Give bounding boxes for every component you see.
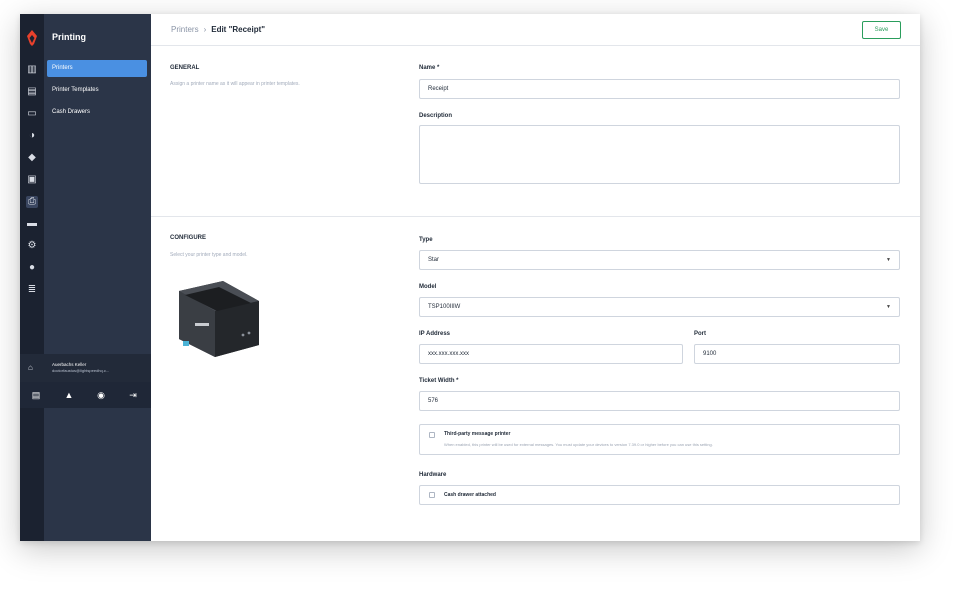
help-icon[interactable]: ● [26, 262, 38, 274]
sidebar-item-printers[interactable]: Printers [47, 60, 147, 77]
lightspeed-logo-icon[interactable] [25, 30, 39, 46]
printer-icon[interactable]: ⎙ [26, 196, 38, 208]
card-icon[interactable]: ▬ [26, 218, 38, 230]
store-icon: ⌂ [28, 363, 33, 372]
main-content: Printers › Edit "Receipt" Save GENERAL Ass… [151, 14, 920, 541]
user-icon[interactable]: ◉ [96, 390, 106, 400]
general-section-title: GENERAL [170, 65, 200, 71]
logout-icon[interactable]: ⇥ [128, 390, 138, 400]
cash-drawer-card: Cash drawer attached [419, 485, 900, 505]
breadcrumb-parent[interactable]: Printers [171, 25, 199, 34]
receipt-icon[interactable]: ▤ [26, 86, 38, 98]
name-label: Name * [419, 65, 440, 71]
model-select-value: TSP100IIIW [428, 304, 461, 310]
ip-address-label: IP Address [419, 331, 451, 337]
breadcrumb-separator: › [203, 25, 207, 34]
third-party-printer-card: Third-party message printer When enabled… [419, 424, 900, 455]
type-label: Type [419, 237, 433, 243]
cash-drawer-checkbox[interactable] [429, 492, 435, 498]
sidebar-item-printer-templates[interactable]: Printer Templates [47, 82, 147, 99]
model-label: Model [419, 284, 437, 290]
configure-section-title: CONFIGURE [170, 235, 206, 241]
hardware-label: Hardware [419, 472, 447, 478]
icon-rail: ▥ ▤ ▭ ◑ ◆ ▣ ⎙ ▬ ⚙ ● ≣ [20, 14, 44, 541]
type-select-value: Star [428, 257, 440, 263]
user-account[interactable]: ⌂ Auerbachs Keller doctorfaustus@lightsp… [20, 354, 151, 382]
register-icon[interactable]: ▣ [26, 174, 38, 186]
chat-icon[interactable]: ▤ [31, 390, 41, 400]
cash-drawer-label: Cash drawer attached [444, 492, 496, 498]
breadcrumb: Printers › Edit "Receipt" [171, 25, 265, 34]
user-email: doctorfaustus@lightspeedhq.c... [52, 368, 110, 373]
bell-icon[interactable]: ▲ [64, 390, 74, 400]
breadcrumb-current: Edit "Receipt" [211, 25, 266, 34]
sidebar-item-cash-drawers[interactable]: Cash Drawers [47, 104, 147, 121]
id-card-icon[interactable]: ▭ [26, 108, 38, 120]
app-window: ▥ ▤ ▭ ◑ ◆ ▣ ⎙ ▬ ⚙ ● ≣ Printing Printers … [20, 14, 920, 541]
save-button[interactable]: Save [862, 21, 901, 39]
third-party-printer-checkbox[interactable] [429, 432, 435, 438]
description-label: Description [419, 113, 453, 119]
sidebar-title: Printing [52, 32, 86, 42]
sidebar: Printing Printers Printer Templates Cash… [44, 14, 151, 541]
bottom-toolbar: ▤ ▲ ◉ ⇥ [20, 382, 151, 408]
port-label: Port [694, 331, 706, 337]
gear-icon[interactable]: ⚙ [26, 240, 38, 252]
port-field[interactable]: 9100 [694, 344, 900, 364]
printer-image [179, 281, 259, 357]
chevron-down-icon: ▼ [886, 304, 891, 310]
user-name: Auerbachs Keller [52, 362, 87, 367]
description-field[interactable] [419, 125, 900, 184]
third-party-printer-description: When enabled, this printer will be used … [444, 442, 713, 447]
configure-section-description: Select your printer type and model. [170, 252, 248, 258]
ip-address-field[interactable]: xxx.xxx.xxx.xxx [419, 344, 683, 364]
type-select[interactable]: Star ▼ [419, 250, 900, 270]
reports-icon[interactable]: ≣ [26, 284, 38, 296]
chart-icon[interactable]: ▥ [26, 64, 38, 76]
model-select[interactable]: TSP100IIIW ▼ [419, 297, 900, 317]
third-party-printer-title: Third-party message printer [444, 431, 511, 437]
general-section-description: Assign a printer name as it will appear … [170, 81, 300, 87]
section-divider [151, 216, 920, 217]
discount-icon[interactable]: ◑ [26, 130, 38, 142]
ticket-width-label: Ticket Width * [419, 378, 459, 384]
name-field[interactable]: Receipt [419, 79, 900, 99]
ticket-width-field[interactable]: 576 [419, 391, 900, 411]
top-bar: Printers › Edit "Receipt" Save [151, 14, 920, 46]
chevron-down-icon: ▼ [886, 257, 891, 263]
layers-icon[interactable]: ◆ [26, 152, 38, 164]
